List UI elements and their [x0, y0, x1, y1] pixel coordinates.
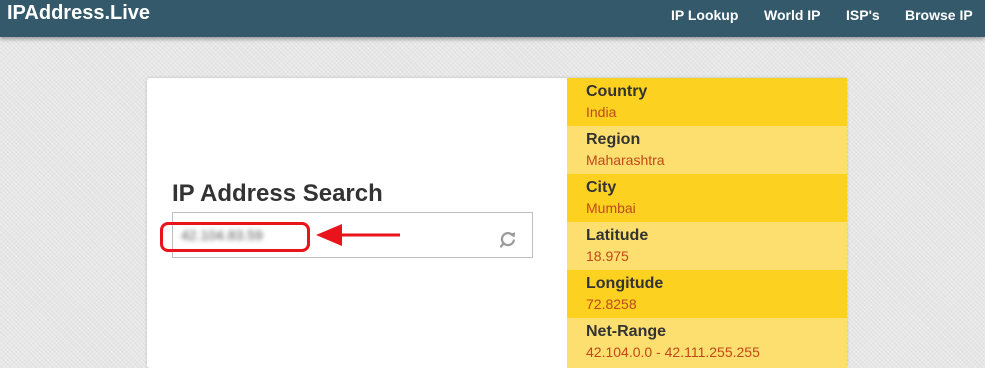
info-value: Mumbai [586, 200, 636, 216]
info-label: City [586, 179, 617, 196]
info-row-city: City Mumbai [567, 174, 847, 222]
info-row-net-range: Net-Range 42.104.0.0 - 42.111.255.255 [567, 318, 847, 368]
info-value: 42.104.0.0 - 42.111.255.255 [586, 344, 760, 360]
info-row-country: Country India [567, 78, 847, 126]
info-label: Longitude [586, 275, 664, 292]
nav-browse-ip[interactable]: Browse IP [905, 7, 973, 23]
info-value: 72.8258 [586, 296, 637, 312]
info-label: Region [586, 131, 641, 148]
search-title: IP Address Search [172, 180, 383, 207]
search-refresh-icon[interactable] [498, 229, 518, 249]
info-row-longitude: Longitude 72.8258 [567, 270, 847, 318]
info-value: India [586, 104, 617, 120]
nav-ip-lookup[interactable]: IP Lookup [671, 7, 738, 23]
nav-isps[interactable]: ISP's [846, 7, 880, 23]
info-value: 18.975 [586, 248, 629, 264]
info-row-latitude: Latitude 18.975 [567, 222, 847, 270]
annotation-highlight-box [160, 222, 310, 252]
ip-info-panel: Country India Region Maharashtra City Mu… [567, 78, 847, 368]
info-label: Latitude [586, 227, 649, 244]
site-logo[interactable]: IPAddress.Live [7, 2, 150, 24]
top-navbar: IPAddress.Live IP Lookup World IP ISP's … [0, 0, 985, 37]
info-label: Country [586, 83, 648, 100]
nav-world-ip[interactable]: World IP [764, 7, 821, 23]
info-row-region: Region Maharashtra [567, 126, 847, 174]
info-value: Maharashtra [586, 152, 665, 168]
info-label: Net-Range [586, 323, 667, 340]
arrow-left-icon [316, 224, 400, 246]
